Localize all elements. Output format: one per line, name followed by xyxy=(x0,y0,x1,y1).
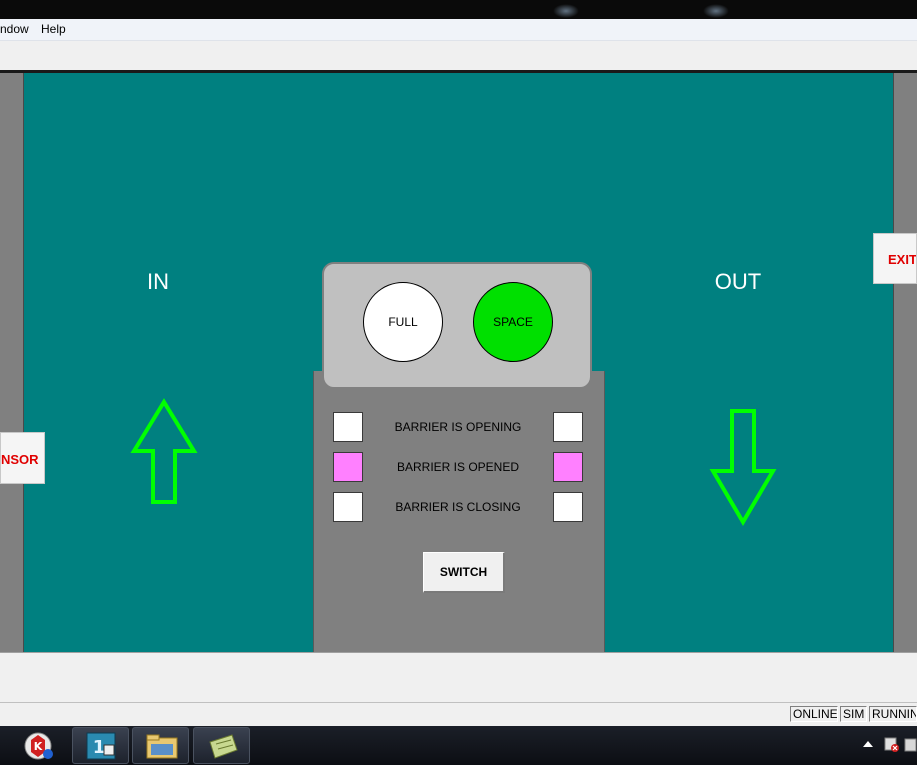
barrier-opened-label: BARRIER IS OPENED xyxy=(396,460,520,474)
app-icon: 1 xyxy=(86,732,116,760)
opening-indicator-left xyxy=(333,412,363,442)
menu-bar: ndow Help xyxy=(0,19,917,41)
network-error-icon[interactable] xyxy=(884,736,900,754)
closing-indicator-left xyxy=(333,492,363,522)
svg-text:1: 1 xyxy=(93,737,106,758)
space-lamp-label: SPACE xyxy=(493,315,533,329)
toolbar xyxy=(0,41,917,70)
closing-indicator-right xyxy=(553,492,583,522)
notes-icon xyxy=(209,734,238,759)
exit-button-label: EXIT xyxy=(888,252,917,267)
opening-indicator-right xyxy=(553,412,583,442)
taskbar-notes-button[interactable] xyxy=(193,727,250,764)
window-button-glow xyxy=(703,4,729,18)
taskbar: K 1 xyxy=(0,726,917,765)
exit-button[interactable]: EXIT xyxy=(873,233,917,284)
sensor-button[interactable]: NSOR xyxy=(0,432,45,484)
canvas-left-edge xyxy=(23,73,24,652)
svg-text:K: K xyxy=(34,740,43,753)
status-sim: SIM xyxy=(840,706,867,722)
up-arrow-icon xyxy=(130,398,198,504)
space-lamp: SPACE xyxy=(473,282,553,362)
window-button-glow xyxy=(553,4,579,18)
taskbar-explorer-button[interactable] xyxy=(132,727,189,764)
barrier-opening-label: BARRIER IS OPENING xyxy=(394,420,522,434)
taskbar-app-button[interactable]: 1 xyxy=(72,727,129,764)
down-arrow-icon xyxy=(709,409,777,526)
sensor-button-label: NSOR xyxy=(1,452,39,467)
full-lamp: FULL xyxy=(363,282,443,362)
canvas-right-edge xyxy=(893,73,894,652)
full-lamp-label: FULL xyxy=(388,315,418,329)
tray-arrow-icon[interactable] xyxy=(862,738,874,750)
menu-item-help[interactable]: Help xyxy=(41,22,66,36)
switch-button-label: SWITCH xyxy=(439,565,488,579)
status-bar xyxy=(0,652,917,726)
status-running: RUNNING xyxy=(869,706,917,722)
menu-item-window[interactable]: ndow xyxy=(0,22,29,36)
window-title-bar xyxy=(0,0,917,19)
barrier-closing-label: BARRIER IS CLOSING xyxy=(395,500,521,514)
status-online: ONLINE xyxy=(790,706,838,722)
status-bar-divider xyxy=(0,702,917,703)
start-icon[interactable]: K xyxy=(22,730,56,762)
switch-button[interactable]: SWITCH xyxy=(423,552,505,593)
opened-indicator-right xyxy=(553,452,583,482)
opened-indicator-left xyxy=(333,452,363,482)
file-explorer-icon xyxy=(146,734,178,759)
out-label: OUT xyxy=(714,269,762,294)
tray-icon[interactable] xyxy=(904,736,917,754)
in-label: IN xyxy=(147,269,169,294)
